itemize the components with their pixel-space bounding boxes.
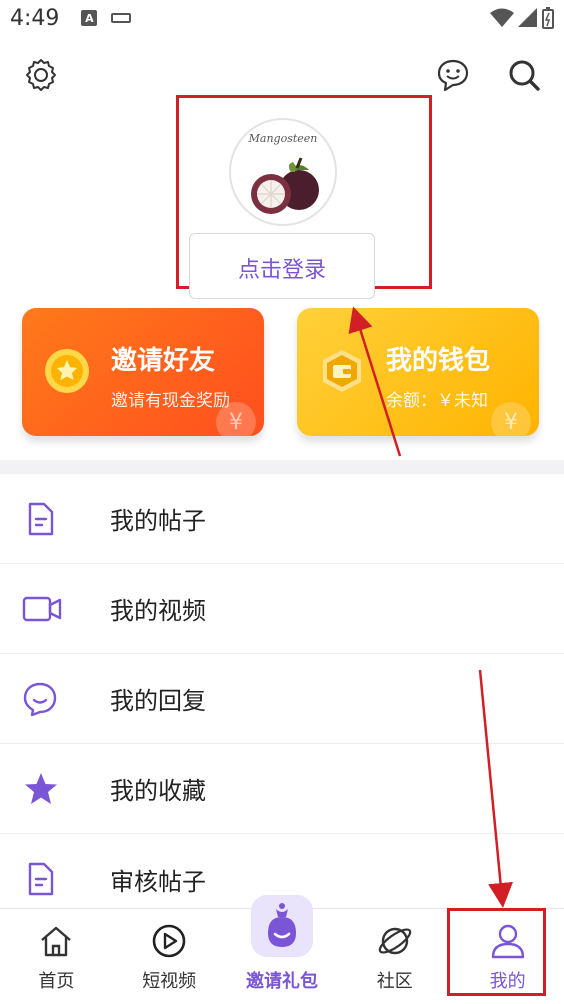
login-area-highlight: Mangosteen 点击登录 — [176, 95, 432, 299]
reply-bubble-icon — [0, 654, 110, 744]
menu-list: 我的帖子 我的视频 我的回复 我的收藏 审核帖子 — [0, 474, 564, 924]
menu-label: 我的视频 — [110, 597, 206, 625]
wifi-icon — [490, 8, 514, 27]
document-icon — [0, 474, 110, 564]
signal-icon — [518, 8, 537, 27]
nav-short-video[interactable]: 短视频 — [113, 909, 226, 1004]
planet-icon — [375, 921, 415, 961]
status-bar: 4:49 A — [0, 0, 564, 36]
wallet-icon — [323, 350, 361, 392]
nav-label: 社区 — [376, 971, 413, 992]
menu-label: 我的帖子 — [110, 507, 206, 535]
nav-label: 首页 — [38, 971, 75, 992]
avatar[interactable]: Mangosteen — [229, 118, 337, 226]
menu-label: 我的回复 — [110, 687, 206, 715]
invite-friends-card[interactable]: 邀请好友 邀请有现金奖励 ¥ — [22, 308, 264, 436]
wallet-card[interactable]: 我的钱包 余额：￥未知 ¥ — [297, 308, 539, 436]
keyboard-icon — [111, 13, 132, 23]
section-divider — [0, 460, 564, 474]
nav-invite-gift[interactable]: 邀请礼包 — [226, 895, 339, 1004]
login-button[interactable]: 点击登录 — [189, 233, 375, 299]
nav-home[interactable]: 首页 — [0, 909, 113, 1004]
play-circle-icon — [149, 921, 189, 961]
invite-card-title: 邀请好友 — [111, 346, 216, 376]
gear-icon — [26, 59, 56, 91]
search-button[interactable] — [505, 56, 543, 94]
nav-mine-highlight — [447, 908, 546, 996]
yuan-coin-deco: ¥ — [216, 402, 256, 436]
video-camera-icon — [0, 564, 110, 654]
chat-face-icon — [437, 59, 469, 92]
gift-bag-icon — [250, 895, 313, 957]
menu-label: 我的收藏 — [110, 777, 206, 805]
coin-star-icon — [45, 349, 89, 393]
star-icon — [0, 744, 110, 834]
yuan-coin-deco: ¥ — [491, 402, 531, 436]
invite-card-subtitle: 邀请有现金奖励 — [111, 391, 230, 411]
menu-item-my-posts[interactable]: 我的帖子 — [0, 474, 564, 564]
search-icon — [509, 60, 540, 91]
status-right — [490, 7, 554, 29]
status-time: 4:49 — [10, 5, 60, 31]
wallet-card-title: 我的钱包 — [386, 346, 491, 376]
notification-a-icon: A — [81, 10, 98, 26]
menu-label: 审核帖子 — [110, 867, 206, 896]
nav-label: 短视频 — [142, 971, 197, 992]
nav-label: 邀请礼包 — [245, 971, 318, 992]
nav-community[interactable]: 社区 — [338, 909, 451, 1004]
settings-button[interactable] — [22, 56, 60, 94]
home-icon — [36, 921, 76, 961]
menu-item-my-videos[interactable]: 我的视频 — [0, 564, 564, 654]
wallet-card-subtitle: 余额：￥未知 — [386, 391, 488, 411]
message-button[interactable] — [434, 56, 472, 94]
battery-icon — [542, 7, 554, 29]
menu-item-my-replies[interactable]: 我的回复 — [0, 654, 564, 744]
menu-item-my-favorites[interactable]: 我的收藏 — [0, 744, 564, 834]
mangosteen-icon — [251, 157, 319, 214]
